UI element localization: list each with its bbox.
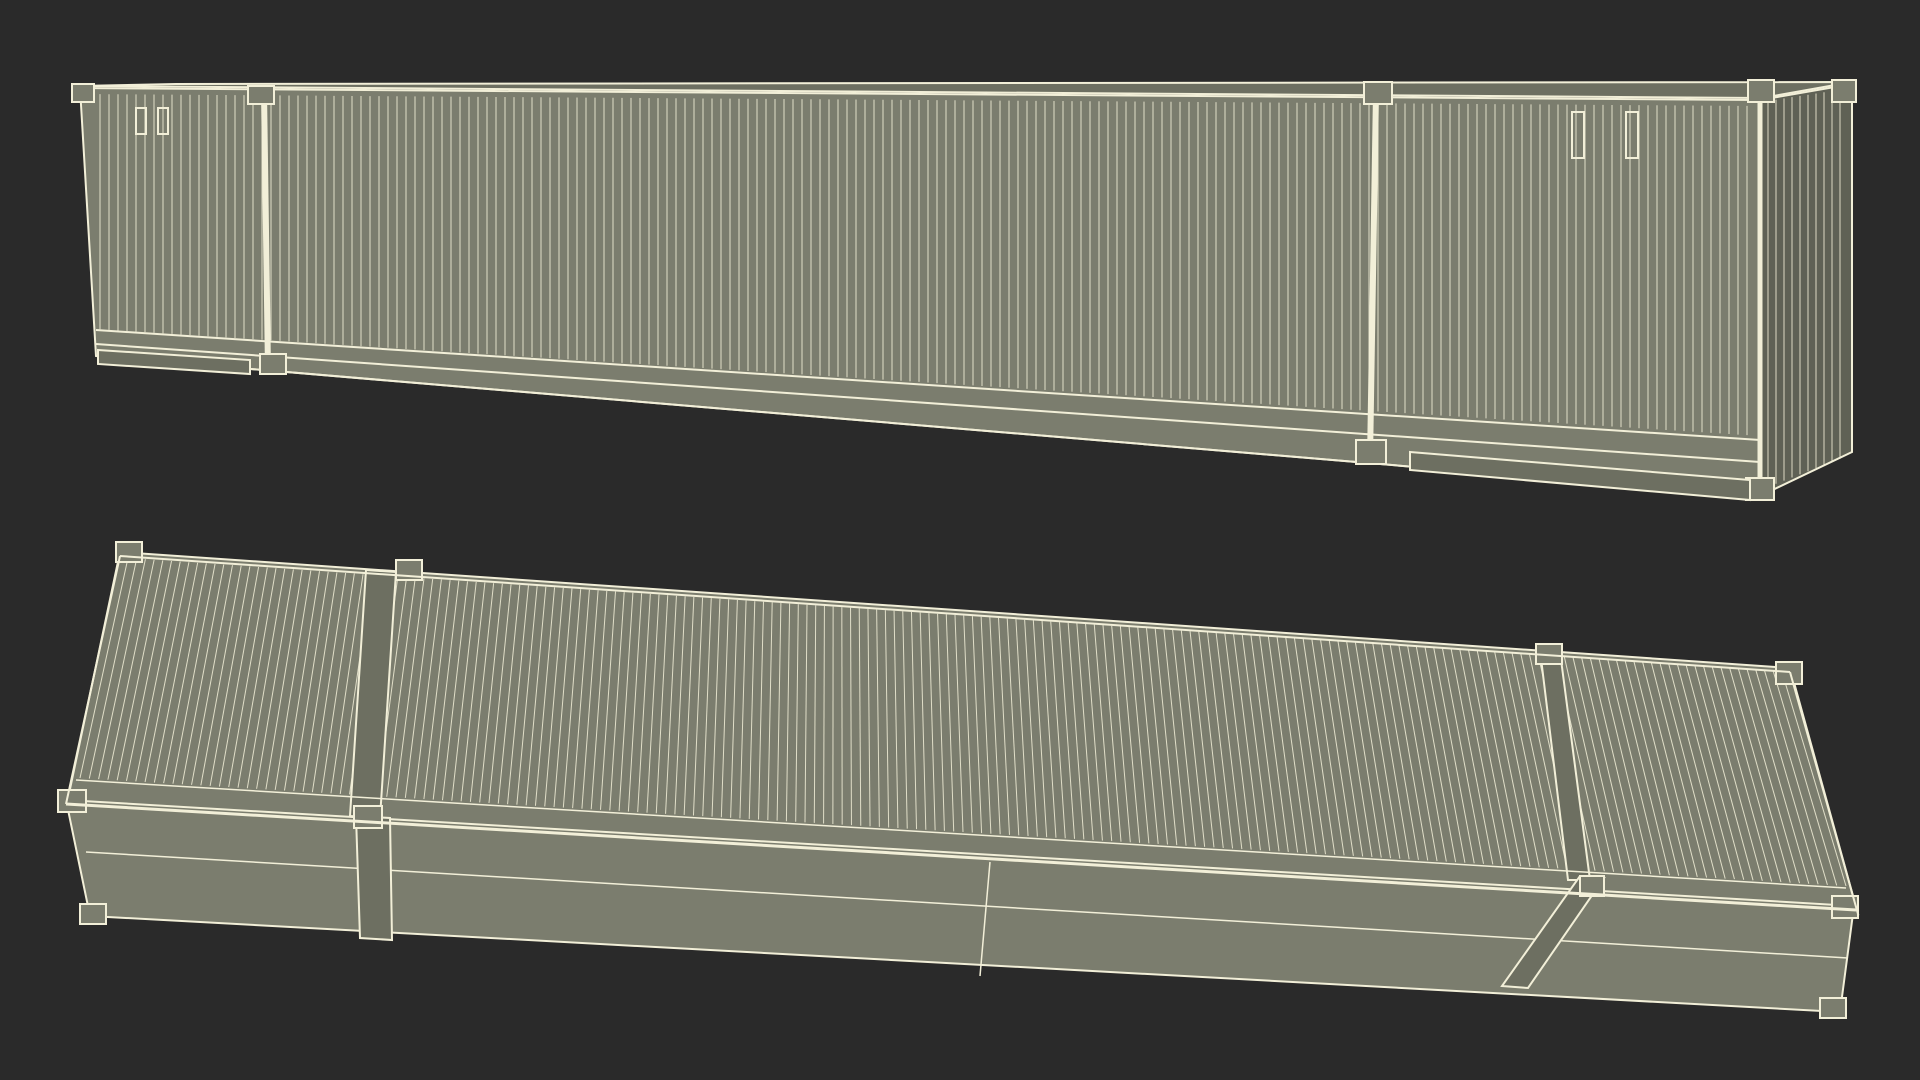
corner-casting — [1775, 661, 1803, 685]
corner-casting — [247, 85, 275, 105]
corner-casting — [1819, 997, 1847, 1019]
container-post — [261, 91, 271, 371]
corner-casting — [71, 83, 95, 103]
corner-casting — [1363, 81, 1393, 105]
corner-casting — [1355, 439, 1387, 465]
container-frame — [354, 814, 394, 942]
wireframe-render — [0, 0, 1920, 1080]
container-end-face — [1759, 82, 1853, 498]
corner-casting — [1747, 79, 1775, 103]
corner-casting — [259, 353, 287, 375]
corner-casting — [353, 805, 383, 829]
corner-casting — [57, 789, 87, 813]
corner-casting — [1831, 79, 1857, 103]
corner-casting — [79, 903, 107, 925]
render-viewport — [0, 0, 1920, 1080]
